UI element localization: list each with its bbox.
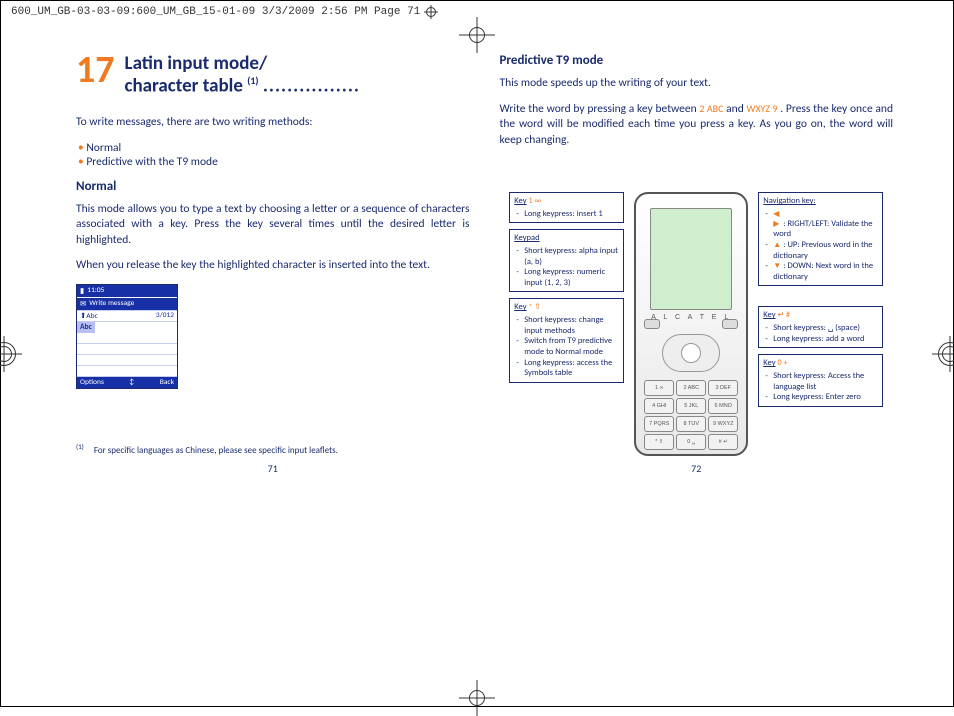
right-page: Predictive T9 mode This mode speeds up t…	[500, 53, 894, 475]
left-page: 17 Latin input mode/ character table (1)…	[76, 53, 470, 475]
t9-heading: Predictive T9 mode	[500, 53, 894, 68]
softkey-options: Options	[80, 378, 104, 387]
reg-mark-bottom	[459, 680, 495, 716]
normal-p2: When you release the key the highlighted…	[76, 258, 470, 274]
time-label: 11:05	[87, 286, 104, 295]
callout-nav-key: Navigation key: ◀ ▶: RIGHT/LEFT: Validat…	[758, 192, 883, 286]
screen-title: Write message	[89, 299, 134, 308]
normal-heading: Normal	[76, 179, 470, 194]
mode-indicator: ⬆Abc	[80, 311, 98, 321]
right-callouts: Navigation key: ◀ ▶: RIGHT/LEFT: Validat…	[758, 192, 883, 407]
callout-key-1: Key 1 ∞ Long keypress: insert 1	[509, 192, 624, 223]
phone-diagram: Key 1 ∞ Long keypress: insert 1 Keypad S…	[500, 192, 894, 456]
entered-text: Abc	[77, 322, 95, 333]
t9-p1: This mode speeds up the writing of your …	[500, 76, 894, 92]
crop-target-icon	[424, 5, 438, 19]
page-number-right: 72	[500, 462, 894, 475]
t9-p2: Write the word by pressing a key between…	[500, 102, 894, 149]
phone-dpad	[662, 334, 720, 372]
key-2-label: 2 ABC	[699, 102, 723, 115]
callout-key-star: Key * ⇧ Short keypress: change input met…	[509, 298, 624, 382]
chapter-title: Latin input mode/ character table (1) ..…	[125, 53, 360, 97]
callout-key-hash: Key ↵ # Short keypress: ␣ (space) Long k…	[758, 306, 883, 348]
header-text: 600_UM_GB-03-03-09:600_UM_GB_15-01-09 3/…	[11, 6, 420, 18]
method-list: Normal Predictive with the T9 mode	[76, 141, 470, 169]
intro-text: To write messages, there are two writing…	[76, 115, 470, 131]
softkey-mid: ↕	[129, 378, 135, 387]
callout-key-zero: Key 0 + Short keypress: Access the langu…	[758, 354, 883, 407]
phone-screenshot: ▮ 11:05 ✉ Write message ⬆Abc 3/012 Abc	[76, 284, 178, 389]
phone-illustration: A L C A T E L 1 ∞ 2 ABC 3 DEF 4 GHI 5 JK…	[634, 192, 748, 456]
char-counter: 3/012	[156, 311, 174, 320]
signal-icon: ▮	[80, 286, 84, 296]
page-number-left: 71	[76, 462, 470, 475]
left-callouts: Key 1 ∞ Long keypress: insert 1 Keypad S…	[509, 192, 624, 383]
envelope-icon: ✉	[80, 299, 86, 309]
callout-keypad: Keypad Short keypress: alpha input (a, b…	[509, 229, 624, 292]
chapter-number: 17	[76, 53, 115, 87]
key-9-label: WXYZ 9	[747, 102, 778, 115]
normal-p1: This mode allows you to type a text by c…	[76, 202, 470, 249]
softkey-back: Back	[160, 378, 174, 387]
phone-screen	[650, 208, 732, 310]
phone-keypad: 1 ∞ 2 ABC 3 DEF 4 GHI 5 JKL 6 MNO 7 PQRS…	[636, 376, 746, 458]
footnote: (1) For specific languages as Chinese, p…	[76, 422, 470, 456]
